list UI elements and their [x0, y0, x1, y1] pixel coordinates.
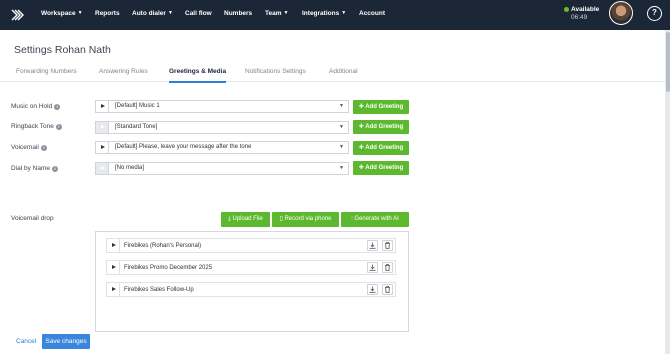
app-logo-icon[interactable] [10, 8, 24, 22]
download-icon [369, 286, 376, 293]
tab-greetings-media[interactable]: Greetings & Media [169, 68, 227, 83]
add-greeting-button[interactable]: ✚ Add Greeting [353, 161, 409, 175]
sound-wave-icon: ⫶ [351, 216, 353, 222]
play-button[interactable] [96, 142, 109, 153]
chevron-down-icon: ▼ [341, 10, 347, 16]
chevron-down-icon: ▼ [339, 144, 344, 150]
music-on-hold-label: Music on Hold i [11, 103, 61, 110]
trash-icon [385, 286, 390, 293]
voicemail-select[interactable]: [Default] Please, leave your message aft… [95, 141, 349, 154]
add-greeting-button[interactable]: ✚ Add Greeting [353, 140, 409, 155]
status-timer: 06:49 [571, 14, 588, 21]
nav-item-reports[interactable]: Reports [95, 10, 120, 17]
settings-panel: Settings Rohan Nath Forwarding Numbers A… [0, 30, 665, 354]
select-value: [Default] Music 1 [115, 103, 160, 109]
chevron-down-icon: ▼ [77, 10, 83, 16]
play-icon [100, 104, 105, 108]
play-icon [111, 265, 116, 269]
voicemail-drop-name: Firebikes Sales Follow-Up [124, 286, 194, 293]
generate-with-ai-button[interactable]: ⫶ Generate with AI [341, 212, 409, 227]
download-button[interactable] [367, 240, 378, 251]
tab-additional[interactable]: Additional [329, 68, 358, 81]
upload-icon: ⤓ [228, 216, 231, 222]
user-avatar[interactable] [609, 1, 633, 25]
tab-answering-rules[interactable]: Answering Rules [99, 68, 148, 81]
status-indicator-icon [564, 7, 569, 12]
play-icon [111, 243, 116, 247]
voicemail-label: Voicemail i [11, 144, 47, 151]
nav-item-integrations[interactable]: Integrations ▼ [302, 10, 346, 17]
nav-item-auto-dialer[interactable]: Auto dialer ▼ [132, 10, 173, 17]
play-button [96, 163, 109, 174]
delete-button[interactable] [382, 240, 393, 251]
info-icon[interactable]: i [55, 124, 62, 130]
voicemail-drop-name: Firebikes (Rohan's Personal) [124, 242, 202, 249]
trash-icon [385, 264, 390, 271]
upload-file-button[interactable]: ⤓ Upload File [221, 212, 270, 227]
add-greeting-button[interactable]: ✚ Add Greeting [353, 99, 409, 114]
voicemail-drop-name: Firebikes Promo December 2025 [124, 264, 213, 271]
page-title: Settings Rohan Nath [14, 44, 111, 56]
chevron-down-icon: ▼ [339, 123, 344, 130]
trash-icon [385, 242, 390, 249]
info-icon[interactable]: i [52, 165, 59, 172]
voicemail-drop-list: Firebikes (Rohan's Personal) Firebikes P… [95, 231, 409, 332]
cancel-link[interactable]: Cancel [16, 338, 36, 345]
download-button[interactable] [367, 262, 378, 273]
nav-item-team[interactable]: Team ▼ [265, 10, 288, 17]
download-button[interactable] [367, 284, 378, 295]
nav-item-numbers[interactable]: Numbers [224, 10, 252, 17]
music-on-hold-select[interactable]: [Default] Music 1 ▼ [95, 100, 349, 113]
page-container: Settings Rohan Nath Forwarding Numbers A… [0, 30, 670, 354]
play-icon [100, 166, 105, 170]
play-button[interactable] [107, 261, 120, 274]
vertical-scrollbar[interactable] [665, 30, 670, 354]
select-value: [No media] [115, 165, 145, 171]
play-button[interactable] [107, 283, 120, 296]
info-icon[interactable]: i [54, 104, 61, 110]
scrollbar-thumb[interactable] [665, 32, 670, 92]
chevron-down-icon: ▼ [339, 165, 344, 171]
play-icon [111, 287, 116, 291]
tab-forwarding-numbers[interactable]: Forwarding Numbers [16, 68, 77, 81]
record-via-phone-button[interactable]: ▯ Record via phone [272, 212, 339, 227]
delete-button[interactable] [382, 262, 393, 273]
add-greeting-button[interactable]: ✚ Add Greeting [353, 120, 409, 134]
nav-item-workspace[interactable]: Workspace ▼ [41, 10, 83, 17]
play-button[interactable] [107, 239, 120, 252]
chevron-down-icon: ▼ [167, 10, 173, 16]
list-item: Firebikes Promo December 2025 [106, 260, 396, 275]
chevron-down-icon: ▼ [283, 10, 289, 16]
select-value: [Standard Tone] [115, 123, 158, 130]
tab-notifications-settings[interactable]: Notifications Settings [245, 68, 306, 81]
save-changes-button[interactable]: Save changes [42, 334, 90, 349]
play-button [96, 121, 109, 133]
availability-status[interactable]: Available [571, 6, 599, 13]
top-navigation-bar: Workspace ▼ Reports Auto dialer ▼ Call flo… [0, 0, 670, 30]
chevron-down-icon: ▼ [339, 103, 344, 109]
ringback-tone-label: Ringback Tone i [11, 123, 62, 130]
play-icon [100, 124, 105, 129]
download-icon [369, 264, 376, 271]
download-icon [369, 242, 376, 249]
settings-tabs: Forwarding Numbers Answering Rules Greet… [0, 68, 665, 83]
dial-by-name-label: Dial by Name i [11, 165, 59, 172]
phone-icon: ▯ [279, 216, 283, 222]
ringback-tone-select[interactable]: [Standard Tone] ▼ [95, 120, 349, 134]
nav-item-account[interactable]: Account [359, 10, 385, 17]
play-icon [100, 145, 105, 149]
delete-button[interactable] [382, 284, 393, 295]
info-icon[interactable]: i [40, 145, 47, 151]
list-item: Firebikes (Rohan's Personal) [106, 238, 396, 253]
select-value: [Default] Please, leave your message aft… [115, 144, 252, 150]
nav-item-call-flow[interactable]: Call flow [185, 10, 212, 17]
play-button[interactable] [96, 101, 109, 112]
list-item: Firebikes Sales Follow-Up [106, 282, 396, 297]
voicemail-drop-label: Voicemail drop [11, 215, 54, 222]
help-button[interactable]: ? [647, 6, 662, 21]
dial-by-name-select[interactable]: [No media] ▼ [95, 162, 349, 175]
